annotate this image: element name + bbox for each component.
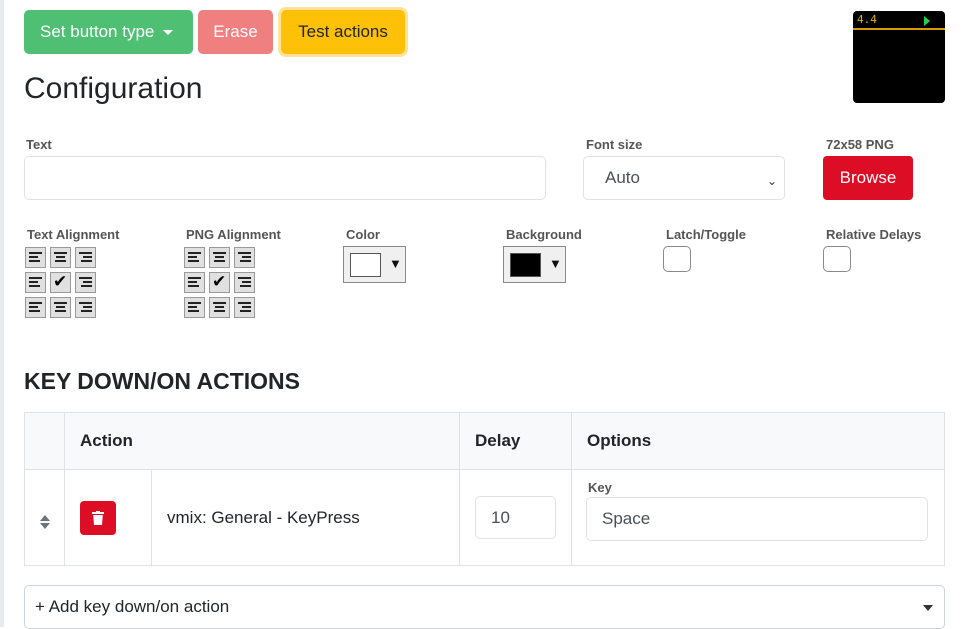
caret-down-icon bbox=[923, 605, 933, 611]
png-alignment-grid: ✔ bbox=[184, 247, 255, 318]
table-header-row: Action Delay Options bbox=[24, 412, 945, 470]
browse-button[interactable]: Browse bbox=[823, 156, 913, 200]
check-icon: ✔ bbox=[53, 272, 68, 291]
align-middle-left[interactable] bbox=[25, 272, 46, 293]
add-key-down-action-select[interactable]: + Add key down/on action bbox=[24, 585, 945, 629]
align-top-right[interactable] bbox=[75, 247, 96, 268]
button-preview: 4.4 bbox=[853, 11, 945, 103]
dropdown-arrow-icon: ▼ bbox=[389, 256, 402, 271]
erase-button[interactable]: Erase bbox=[198, 10, 273, 54]
png-label: 72x58 PNG bbox=[826, 137, 894, 152]
align-top-left[interactable] bbox=[25, 247, 46, 268]
latch-toggle-checkbox[interactable] bbox=[663, 246, 691, 272]
key-option-input[interactable]: Space bbox=[586, 497, 928, 541]
action-header: Action bbox=[64, 412, 460, 470]
align-bottom-center[interactable] bbox=[50, 297, 71, 318]
png-align-bottom-right[interactable] bbox=[234, 297, 255, 318]
png-align-middle-left[interactable] bbox=[184, 272, 205, 293]
font-size-value: Auto bbox=[605, 168, 640, 187]
png-align-middle-center[interactable]: ✔ bbox=[209, 272, 230, 293]
align-middle-center[interactable]: ✔ bbox=[50, 272, 71, 293]
add-action-label: + Add key down/on action bbox=[35, 597, 230, 616]
delete-action-button[interactable] bbox=[80, 500, 116, 535]
actions-heading: KEY DOWN/ON ACTIONS bbox=[24, 368, 301, 394]
delete-cell bbox=[64, 469, 152, 566]
color-picker[interactable]: ▼ bbox=[343, 246, 406, 283]
trash-icon bbox=[92, 510, 104, 525]
latch-toggle-label: Latch/Toggle bbox=[666, 227, 746, 242]
dropdown-arrow-icon: ▼ bbox=[549, 256, 562, 271]
toolbar: Set button type Erase Test actions bbox=[24, 10, 405, 54]
relative-delays-label: Relative Delays bbox=[826, 227, 922, 242]
color-swatch bbox=[350, 253, 381, 277]
align-middle-right[interactable] bbox=[75, 272, 96, 293]
png-align-top-left[interactable] bbox=[184, 247, 205, 268]
png-align-top-right[interactable] bbox=[234, 247, 255, 268]
table-row: vmix: General - KeyPress 10 Key Space bbox=[24, 469, 945, 566]
drag-handle-cell[interactable] bbox=[24, 469, 65, 566]
relative-delays-checkbox[interactable] bbox=[823, 246, 851, 272]
align-top-center[interactable] bbox=[50, 247, 71, 268]
text-alignment-label: Text Alignment bbox=[27, 227, 120, 242]
check-icon: ✔ bbox=[212, 272, 227, 291]
set-button-type-dropdown[interactable]: Set button type bbox=[24, 10, 193, 54]
png-align-bottom-center[interactable] bbox=[209, 297, 230, 318]
delay-input[interactable]: 10 bbox=[475, 496, 556, 539]
chevron-down-icon: ⌄ bbox=[766, 174, 777, 188]
delay-header: Delay bbox=[459, 412, 572, 470]
actions-table: Action Delay Options vmix: General - Key… bbox=[24, 412, 945, 566]
font-size-select[interactable]: Auto ⌄ bbox=[583, 156, 785, 200]
options-header: Options bbox=[571, 412, 945, 470]
page-title: Configuration bbox=[24, 72, 203, 105]
background-picker[interactable]: ▼ bbox=[503, 246, 566, 283]
background-swatch bbox=[510, 253, 541, 277]
options-cell: Key Space bbox=[571, 469, 945, 566]
play-icon bbox=[924, 16, 930, 26]
align-bottom-right[interactable] bbox=[75, 297, 96, 318]
handle-header bbox=[24, 412, 65, 470]
font-size-label: Font size bbox=[586, 137, 643, 152]
caret-down-icon bbox=[163, 29, 174, 35]
delay-cell: 10 bbox=[459, 469, 572, 566]
text-label: Text bbox=[26, 137, 52, 152]
color-label: Color bbox=[346, 227, 380, 242]
text-input[interactable] bbox=[24, 156, 546, 200]
text-alignment-grid: ✔ bbox=[25, 247, 96, 318]
preview-line bbox=[853, 28, 945, 30]
png-alignment-label: PNG Alignment bbox=[186, 227, 281, 242]
align-bottom-left[interactable] bbox=[25, 297, 46, 318]
png-align-bottom-left[interactable] bbox=[184, 297, 205, 318]
png-align-middle-right[interactable] bbox=[234, 272, 255, 293]
action-name-cell: vmix: General - KeyPress bbox=[151, 469, 460, 566]
png-align-top-center[interactable] bbox=[209, 247, 230, 268]
test-actions-button[interactable]: Test actions bbox=[281, 10, 405, 54]
preview-text: 4.4 bbox=[857, 13, 877, 26]
key-option-label: Key bbox=[588, 480, 612, 495]
background-label: Background bbox=[506, 227, 582, 242]
set-button-type-label: Set button type bbox=[40, 22, 155, 41]
drag-handle-icon[interactable] bbox=[39, 515, 50, 529]
left-border bbox=[0, 0, 4, 627]
